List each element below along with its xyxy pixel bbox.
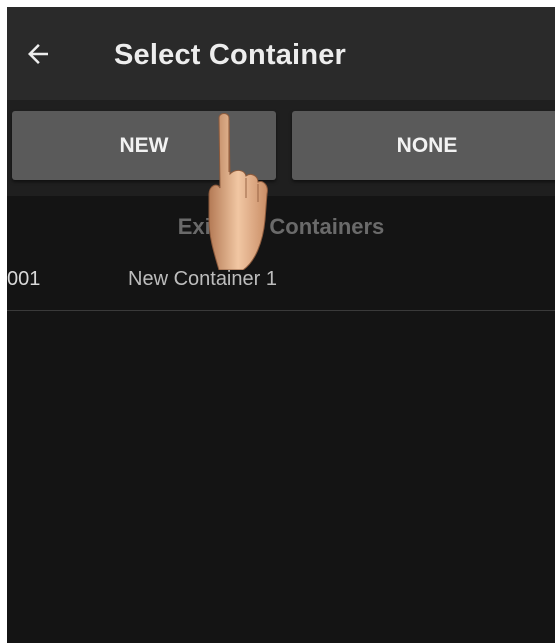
arrow-left-icon [28, 44, 48, 64]
container-name: New Container 1 [128, 268, 277, 290]
app-screen: Select Container NEW NONE Existing Conta… [7, 7, 555, 643]
action-button-row: NEW NONE [7, 100, 555, 196]
new-button[interactable]: NEW [12, 111, 276, 180]
page-title: Select Container [114, 39, 347, 71]
list-item[interactable]: 001 New Container 1 [7, 252, 555, 311]
list-section-header: Existing Containers [177, 214, 385, 239]
app-bar: Select Container [7, 7, 555, 100]
container-id: 001 [7, 268, 41, 290]
none-button[interactable]: NONE [292, 111, 555, 180]
back-button[interactable] [21, 37, 55, 71]
